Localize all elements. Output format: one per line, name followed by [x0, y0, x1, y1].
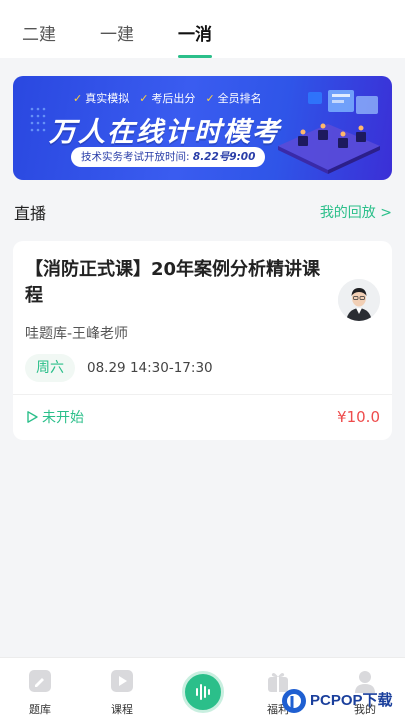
question-bank-icon — [29, 670, 51, 692]
banner-feature: ✓ 全员排名 — [205, 90, 261, 106]
banner-time-pill: 技术实务考试开放时间: 8.22号9:00 — [71, 147, 266, 167]
my-replay-link[interactable]: 我的回放 > — [320, 202, 392, 222]
banner-feature-label: 考后出分 — [151, 92, 196, 105]
check-icon: ✓ — [139, 91, 149, 105]
course-title: 【消防正式课】20年案例分析精讲课程 — [25, 259, 321, 306]
dot-grid-decoration — [30, 107, 46, 132]
banner-time-prefix: 技术实务考试开放时间: — [81, 151, 190, 163]
teacher-avatar — [338, 279, 380, 321]
banner-feature-label: 真实模拟 — [85, 92, 130, 105]
pcpop-watermark-logo: PCPOP下载 — [282, 689, 393, 713]
play-outline-icon — [27, 411, 38, 423]
banner-feature-label: 全员排名 — [217, 92, 262, 105]
video-play-icon — [111, 670, 133, 692]
course-price: ¥10.0 — [337, 408, 380, 426]
course-status: 未开始 — [25, 407, 84, 427]
tab-yijian-label: 一建 — [100, 25, 134, 45]
course-status-label: 未开始 — [42, 410, 84, 426]
tab-erjian[interactable]: 二建 — [22, 20, 56, 45]
course-datetime: 08.29 14:30-17:30 — [87, 360, 213, 376]
tab-erjian-label: 二建 — [22, 25, 56, 45]
top-tab-bar: 二建 一建 一消 — [0, 0, 405, 58]
banner-features: ✓ 真实模拟 ✓ 考后出分 ✓ 全员排名 — [73, 90, 262, 106]
check-icon: ✓ — [205, 91, 215, 105]
banner-feature: ✓ 真实模拟 — [73, 90, 129, 106]
teacher-name: 哇题库-王峰老师 — [25, 326, 129, 342]
nav-item-question-bank[interactable]: 题库 — [10, 668, 70, 717]
mock-exam-banner[interactable]: ✓ 真实模拟 ✓ 考后出分 ✓ 全员排名 万人在线计时模考 技术实务考试开放时间: 8… — [13, 76, 392, 180]
teacher-avatar-icon — [338, 279, 380, 321]
exam-room-illustration — [278, 90, 380, 174]
banner-title: 万人在线计时模考 — [49, 117, 281, 148]
live-section-header: 直播 我的回放 > — [14, 200, 392, 224]
banner-time-value: 8.22号9:00 — [192, 151, 256, 163]
tab-active-underline — [178, 55, 212, 58]
center-audio-button[interactable] — [182, 671, 224, 713]
svg-text:PCPOP下载: PCPOP下载 — [310, 691, 393, 709]
nav-label-course: 课程 — [111, 703, 133, 716]
course-day-badge: 周六 — [25, 354, 75, 382]
tab-yixiao[interactable]: 一消 — [178, 20, 212, 58]
live-course-card[interactable]: 【消防正式课】20年案例分析精讲课程 哇题库-王峰老师 周六 08.29 14:… — [13, 241, 392, 440]
check-icon: ✓ — [73, 91, 83, 105]
nav-label-question-bank: 题库 — [29, 703, 51, 716]
tab-yijian[interactable]: 一建 — [100, 20, 134, 45]
live-section-title: 直播 — [14, 204, 47, 223]
nav-item-course[interactable]: 课程 — [92, 668, 152, 717]
tab-yixiao-label: 一消 — [178, 25, 212, 45]
banner-feature: ✓ 考后出分 — [139, 90, 195, 106]
card-divider — [13, 394, 392, 395]
sound-wave-icon — [196, 684, 210, 700]
